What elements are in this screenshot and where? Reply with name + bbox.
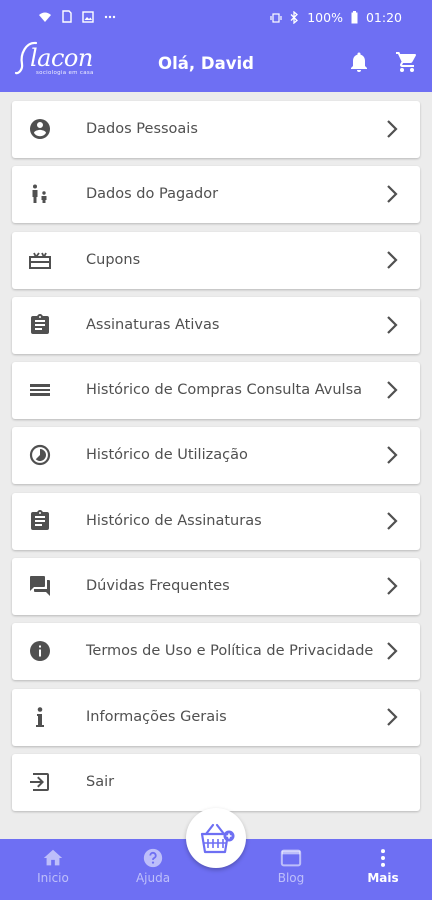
chevron-right-icon — [387, 707, 398, 726]
menu-item-label: Dados do Pagador — [86, 186, 219, 203]
chevron-right-icon — [387, 120, 398, 138]
menu-item-label: Informações Gerais — [86, 708, 227, 725]
clipboard-icon — [31, 509, 49, 530]
more-notifications-icon — [104, 15, 116, 18]
chevron-right-icon — [387, 642, 398, 661]
nav-mais[interactable]: Mais — [348, 847, 418, 897]
battery-percent: 100% — [307, 10, 343, 25]
timelapse-icon — [29, 445, 51, 466]
help-icon — [143, 848, 163, 868]
menu-item-historico-assinaturas[interactable]: Histórico de Assinaturas — [12, 492, 420, 550]
account-circle-icon — [30, 119, 50, 139]
list-icon — [30, 384, 50, 397]
menu-item-historico-compras[interactable]: Histórico de Compras Consulta Avulsa — [12, 362, 420, 420]
chevron-right-icon — [387, 250, 398, 269]
logo-tagline: sociologia em casa — [36, 70, 94, 76]
menu-item-label: Termos de Uso e Política de Privacidade — [86, 643, 374, 660]
chevron-right-icon — [387, 512, 398, 530]
menu-item-label: Cupons — [86, 251, 141, 268]
info-i-icon — [36, 706, 44, 727]
lacon-logo[interactable]: lacon sociologia em casa — [14, 40, 98, 84]
nav-ajuda-label: Ajuda — [135, 871, 171, 885]
profile-menu-list: Dados Pessoais Dados do Pagador Cupons A… — [12, 101, 420, 819]
logo-wordmark: lacon — [30, 44, 93, 72]
forum-icon — [30, 576, 50, 597]
status-bar: 100% 01:20 — [0, 0, 432, 34]
menu-item-label: Histórico de Assinaturas — [86, 512, 262, 529]
store-basket-button[interactable] — [186, 808, 246, 868]
menu-item-label: Dúvidas Frequentes — [86, 578, 230, 595]
chevron-right-icon — [387, 446, 398, 465]
menu-item-assinaturas-ativas[interactable]: Assinaturas Ativas — [12, 296, 420, 354]
menu-item-termos-de-uso[interactable]: Termos de Uso e Política de Privacidade — [12, 623, 420, 681]
menu-item-sair[interactable]: Sair — [12, 753, 420, 811]
menu-item-label: Dados Pessoais — [86, 121, 198, 137]
sim-card-icon — [62, 10, 72, 23]
chevron-right-icon — [387, 316, 398, 334]
coupon-icon — [29, 252, 51, 269]
menu-item-cupons[interactable]: Cupons — [12, 231, 420, 289]
app-header: lacon sociologia em casa Olá, David — [0, 40, 432, 92]
top-app-bar: 100% 01:20 lacon sociologia em casa Olá,… — [0, 0, 432, 92]
cart-icon[interactable] — [395, 50, 419, 74]
exit-icon — [30, 772, 49, 791]
menu-item-informacoes-gerais[interactable]: Informações Gerais — [12, 688, 420, 746]
bell-icon[interactable] — [347, 50, 371, 74]
nav-inicio[interactable]: Inicio — [18, 847, 88, 897]
nav-inicio-label: Inicio — [37, 871, 69, 885]
chevron-right-icon — [387, 185, 398, 204]
more-vertical-icon — [380, 849, 386, 867]
battery-icon — [351, 11, 358, 24]
menu-item-duvidas-frequentes[interactable]: Dúvidas Frequentes — [12, 558, 420, 616]
family-icon — [32, 184, 47, 204]
bluetooth-icon — [290, 11, 299, 24]
home-icon — [43, 849, 63, 866]
menu-item-label: Sair — [86, 773, 115, 790]
nav-blog-label: Blog — [277, 871, 305, 885]
chevron-right-icon — [387, 381, 398, 399]
wifi-icon — [39, 12, 51, 22]
menu-item-dados-do-pagador[interactable]: Dados do Pagador — [12, 166, 420, 224]
blog-window-icon — [280, 849, 302, 867]
greeting-title: Olá, David — [158, 54, 254, 73]
menu-item-historico-utilizacao[interactable]: Histórico de Utilização — [12, 427, 420, 485]
menu-item-label: Assinaturas Ativas — [86, 316, 220, 333]
info-icon — [30, 641, 50, 662]
nav-blog[interactable]: Blog — [256, 847, 326, 897]
menu-item-label: Histórico de Utilização — [86, 447, 248, 464]
menu-item-label: Histórico de Compras Consulta Avulsa — [86, 382, 363, 399]
vibrate-icon — [270, 12, 282, 23]
menu-item-dados-pessoais[interactable]: Dados Pessoais — [12, 101, 420, 158]
chevron-right-icon — [387, 577, 398, 595]
clipboard-icon — [31, 313, 49, 334]
nav-ajuda[interactable]: Ajuda — [118, 847, 188, 897]
nav-mais-label: Mais — [367, 871, 399, 885]
image-notification-icon — [82, 10, 94, 23]
clock: 01:20 — [365, 10, 402, 25]
shopping-basket-icon — [200, 823, 235, 854]
